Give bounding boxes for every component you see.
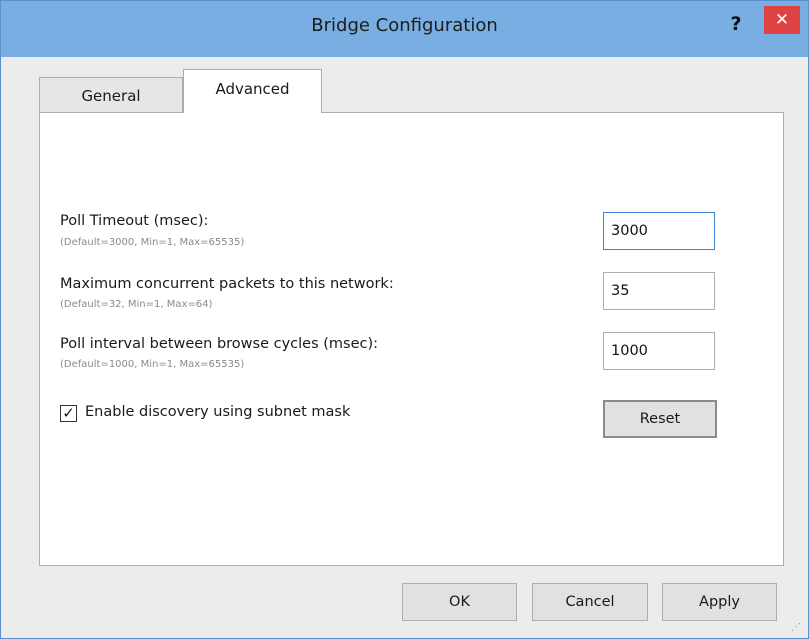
resize-grip-icon[interactable]: ⋰ [791, 621, 805, 635]
poll-interval-label: Poll interval between browse cycles (mse… [60, 336, 379, 352]
max-concurrent-packets-field[interactable] [603, 272, 715, 310]
close-button[interactable]: ✕ [764, 6, 800, 34]
ok-button[interactable]: OK [402, 583, 517, 621]
checkmark-icon: ✓ [62, 404, 75, 422]
poll-interval-hint: (Default=1000, Min=1, Max=65535) [60, 359, 245, 370]
reset-button[interactable]: Reset [603, 400, 717, 438]
title-bar[interactable]: Bridge Configuration ? ✕ [1, 1, 808, 57]
max-concurrent-packets-hint: (Default=32, Min=1, Max=64) [60, 299, 213, 310]
cancel-button[interactable]: Cancel [532, 583, 648, 621]
discovery-checkbox-label[interactable]: Enable discovery using subnet mask [85, 404, 350, 420]
poll-timeout-field[interactable] [603, 212, 715, 250]
discovery-checkbox[interactable]: ✓ [60, 405, 77, 422]
apply-button[interactable]: Apply [662, 583, 777, 621]
window-title: Bridge Configuration [311, 15, 498, 36]
tab-general[interactable]: General [39, 77, 183, 112]
close-icon: ✕ [774, 10, 790, 30]
help-button[interactable]: ? [723, 11, 749, 37]
max-concurrent-packets-label: Maximum concurrent packets to this netwo… [60, 276, 394, 292]
tab-advanced[interactable]: Advanced [183, 69, 322, 113]
poll-timeout-label: Poll Timeout (msec): [60, 213, 209, 229]
poll-interval-field[interactable] [603, 332, 715, 370]
poll-timeout-hint: (Default=3000, Min=1, Max=65535) [60, 237, 245, 248]
dialog-window: Bridge Configuration ? ✕ General Advance… [0, 0, 809, 639]
